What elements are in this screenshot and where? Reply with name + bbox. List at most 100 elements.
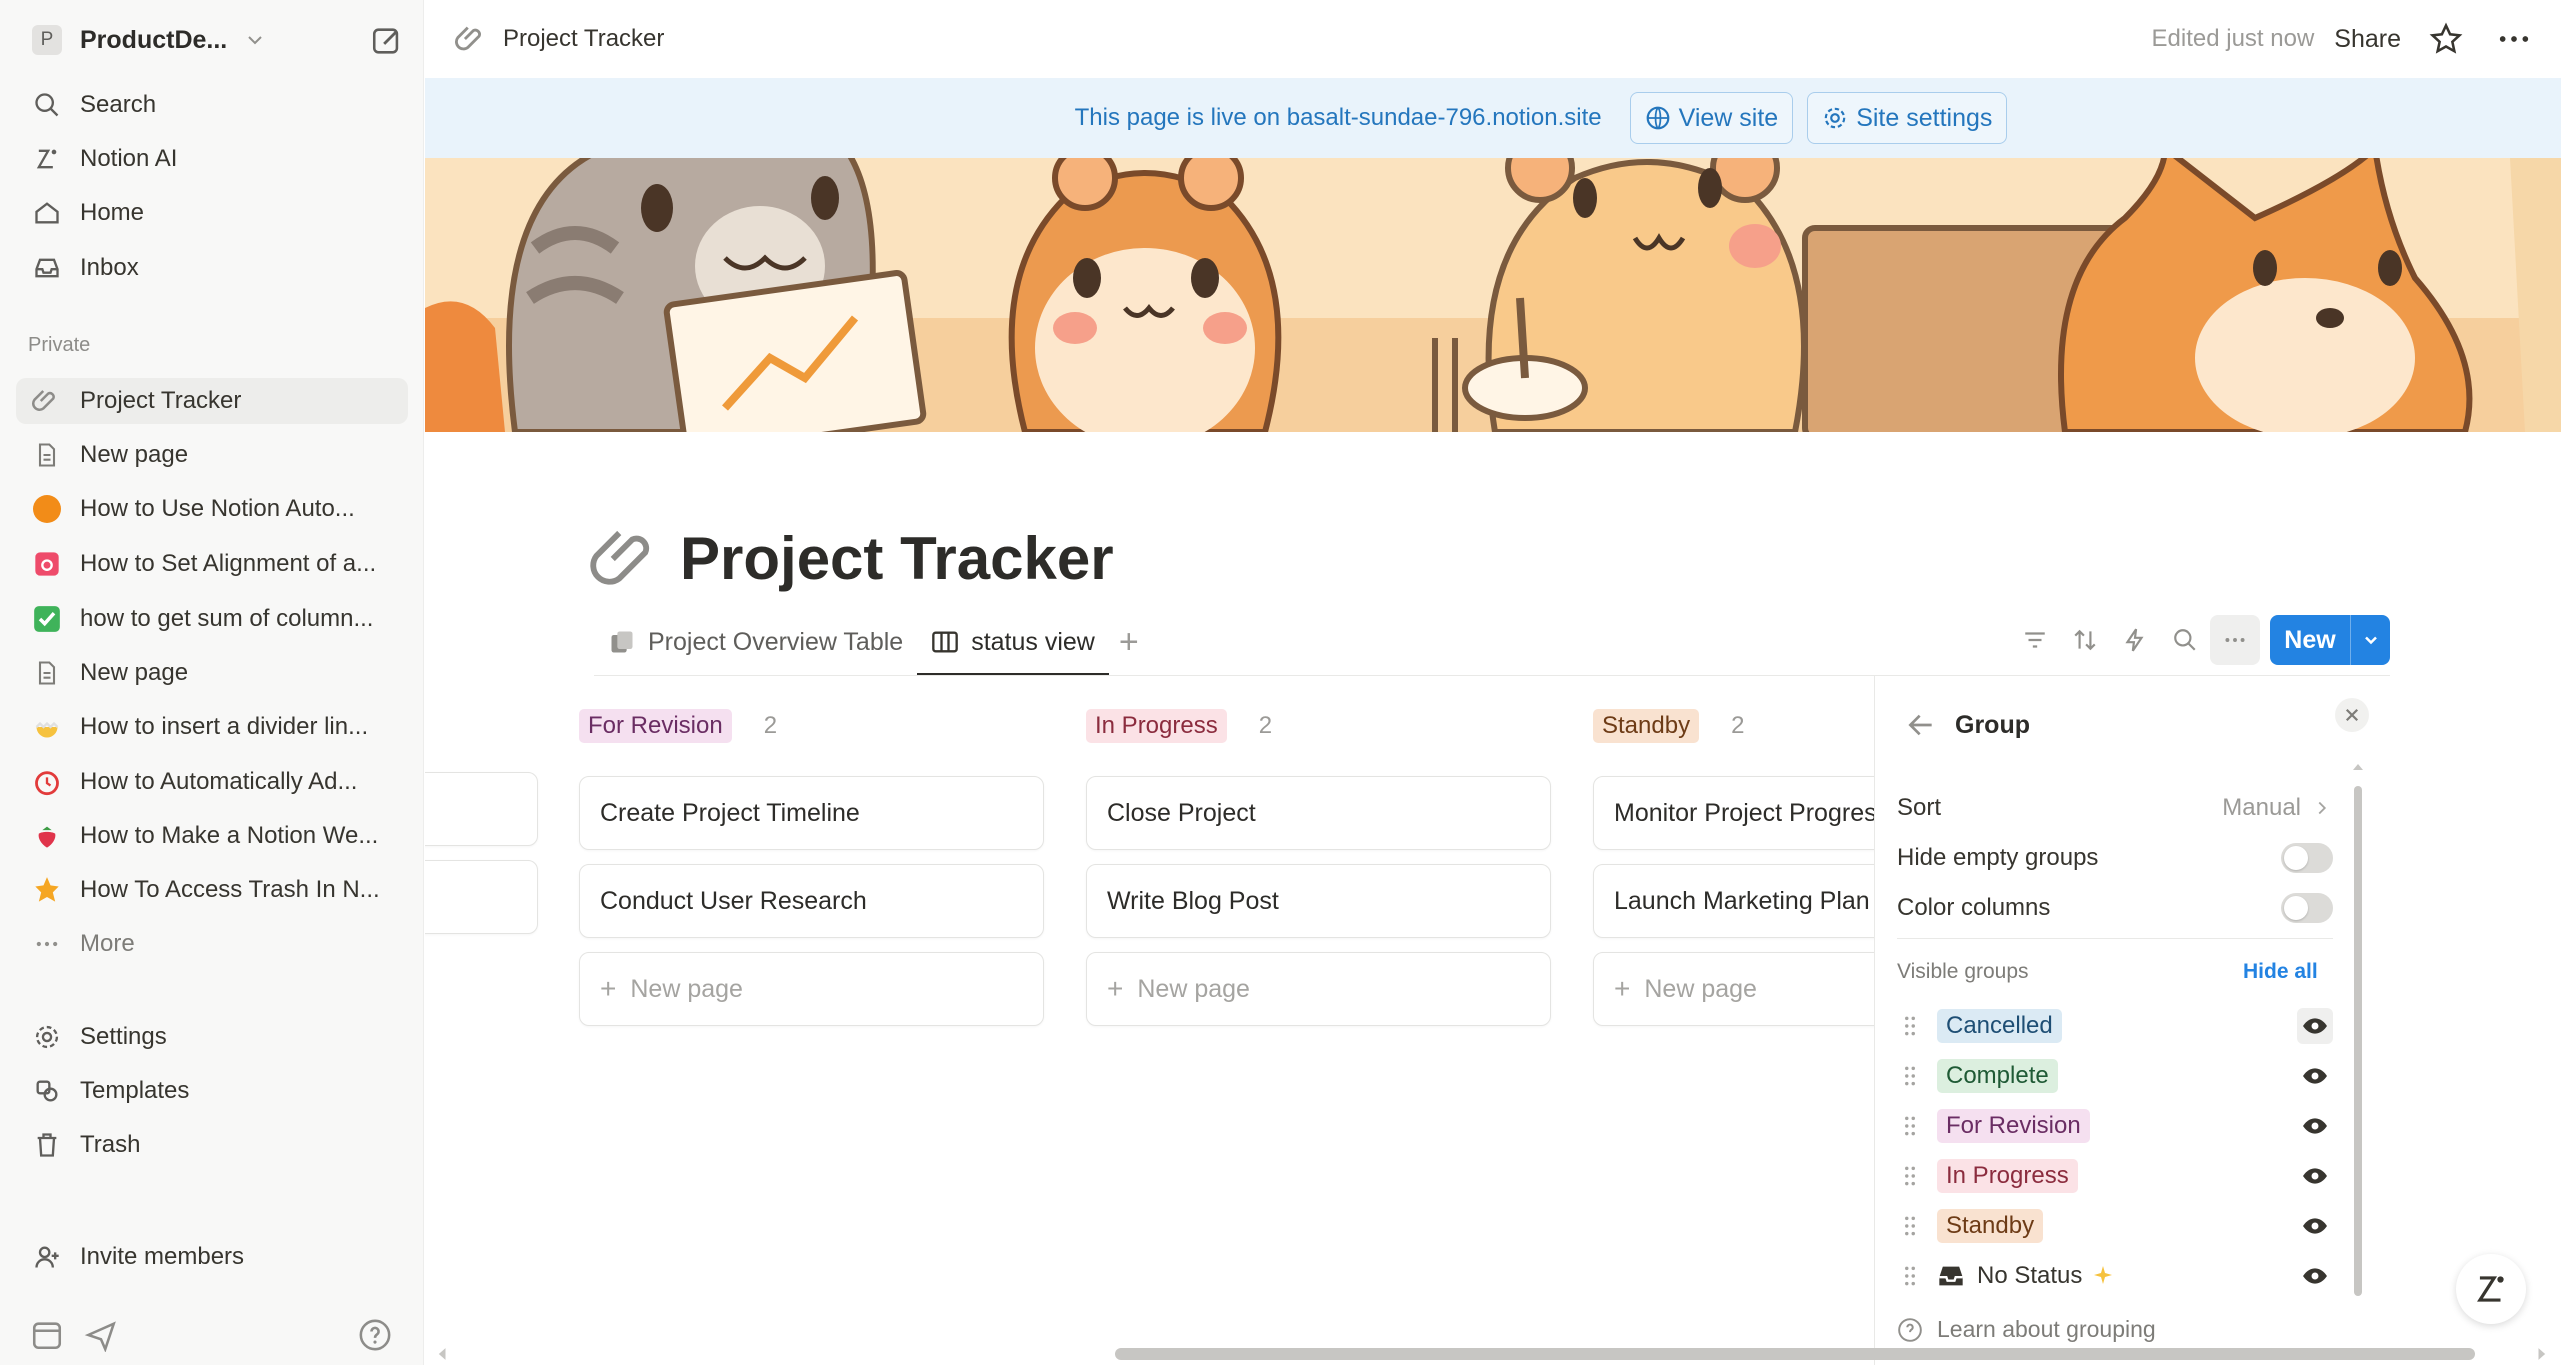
more-options-icon[interactable] <box>2497 22 2531 56</box>
sidebar-item-templates[interactable]: Templates <box>16 1068 408 1114</box>
sidebar-item-trash[interactable]: Trash <box>16 1122 408 1168</box>
sidebar-item-inbox[interactable]: Inbox <box>16 245 408 291</box>
hide-all-button[interactable]: Hide all <box>2243 960 2318 984</box>
star-burst-icon <box>30 873 64 907</box>
sidebar-page[interactable]: How to Automatically Ad... <box>16 759 408 805</box>
share-button[interactable]: Share <box>2334 25 2401 54</box>
search-button[interactable] <box>2160 615 2210 665</box>
hide-empty-groups-toggle[interactable] <box>2281 843 2333 873</box>
sidebar-item-home[interactable]: Home <box>16 190 408 236</box>
horizontal-scroll-thumb[interactable] <box>1115 1348 2475 1360</box>
board-card-partial[interactable] <box>425 860 538 934</box>
board-card[interactable]: Write Blog Post <box>1086 864 1551 938</box>
sidebar-page[interactable]: how to get sum of column... <box>16 596 408 642</box>
toggle-visibility-button[interactable] <box>2297 1158 2333 1194</box>
help-icon[interactable] <box>358 1318 392 1352</box>
close-panel-button[interactable] <box>2335 698 2369 732</box>
filter-button[interactable] <box>2010 615 2060 665</box>
drag-handle-icon[interactable] <box>1897 1063 1923 1089</box>
color-columns-toggle[interactable] <box>2281 893 2333 923</box>
lightning-icon <box>2125 628 2144 652</box>
sidebar-more[interactable]: More <box>16 921 408 967</box>
group-row-complete[interactable]: Complete <box>1897 1054 2333 1098</box>
section-label-private: Private <box>28 334 91 356</box>
board-card[interactable]: Launch Marketing Plan <box>1593 864 1875 938</box>
group-row-standby[interactable]: Standby <box>1897 1204 2333 1248</box>
calendar-icon[interactable] <box>30 1318 64 1352</box>
sidebar-page-new-page[interactable]: New page <box>16 650 408 696</box>
send-icon[interactable] <box>84 1318 118 1352</box>
notion-ai-floating-button[interactable] <box>2456 1254 2526 1324</box>
paperclip-icon[interactable] <box>590 520 668 598</box>
board-card[interactable]: Close Project <box>1086 776 1551 850</box>
scroll-right-icon[interactable] <box>2531 1344 2551 1364</box>
cover-image[interactable] <box>425 158 2561 432</box>
status-pill[interactable]: Standby <box>1593 709 1700 743</box>
sidebar-page[interactable]: How to Set Alignment of a... <box>16 541 408 587</box>
sidebar-page[interactable]: How To Access Trash In N... <box>16 867 408 913</box>
eye-icon <box>2303 1068 2327 1084</box>
sidebar-item-search[interactable]: Search <box>16 82 408 128</box>
automation-button[interactable] <box>2110 615 2160 665</box>
sidebar-item-settings[interactable]: Settings <box>16 1014 408 1060</box>
sort-button[interactable] <box>2060 615 2110 665</box>
group-row-for-revision[interactable]: For Revision <box>1897 1104 2333 1148</box>
site-settings-button[interactable]: Site settings <box>1807 92 2008 144</box>
sidebar-page[interactable]: How to Use Notion Auto... <box>16 486 408 532</box>
toggle-visibility-button[interactable] <box>2297 1008 2333 1044</box>
new-page-edit-icon[interactable] <box>370 24 404 58</box>
add-view-button[interactable]: + <box>1119 623 1139 662</box>
new-page-button[interactable]: + New page <box>579 952 1044 1026</box>
toggle-visibility-button[interactable] <box>2297 1058 2333 1094</box>
tab-status-view[interactable]: status view <box>917 612 1109 676</box>
drag-handle-icon[interactable] <box>1897 1113 1923 1139</box>
invite-members-button[interactable]: Invite members <box>16 1234 408 1280</box>
view-settings-button[interactable] <box>2210 615 2260 665</box>
sidebar-page-project-tracker[interactable]: Project Tracker <box>16 378 408 424</box>
view-site-button[interactable]: View site <box>1629 92 1794 144</box>
sort-row[interactable]: Sort Manual <box>1897 786 2333 830</box>
learn-about-grouping-link[interactable]: Learn about grouping <box>1897 1316 2156 1343</box>
chevron-right-icon <box>2318 801 2327 815</box>
sidebar-item-label: How To Access Trash In N... <box>80 876 380 903</box>
board-card[interactable]: Conduct User Research <box>579 864 1044 938</box>
panel-scrollbar[interactable] <box>2351 762 2365 1302</box>
breadcrumb-page-title[interactable]: Project Tracker <box>503 25 664 53</box>
board-card[interactable]: Create Project Timeline <box>579 776 1044 850</box>
drag-handle-icon[interactable] <box>1897 1263 1923 1289</box>
sidebar-item-label: More <box>80 930 135 957</box>
board-card[interactable]: Monitor Project Progress <box>1593 776 1875 850</box>
status-pill[interactable]: For Revision <box>579 709 732 743</box>
toggle-visibility-button[interactable] <box>2297 1258 2333 1294</box>
drag-handle-icon[interactable] <box>1897 1013 1923 1039</box>
sidebar-page[interactable]: How to insert a divider lin... <box>16 704 408 750</box>
toggle-visibility-button[interactable] <box>2297 1108 2333 1144</box>
status-pill[interactable]: In Progress <box>1086 709 1227 743</box>
scroll-left-icon[interactable] <box>433 1344 453 1364</box>
tab-project-overview-table[interactable]: Project Overview Table <box>594 612 917 672</box>
help-icon <box>1898 1317 1922 1342</box>
new-page-button[interactable]: + New page <box>1086 952 1551 1026</box>
group-row-in-progress[interactable]: In Progress <box>1897 1154 2333 1198</box>
cute-animals-illustration <box>425 158 2561 432</box>
star-icon[interactable] <box>2429 22 2463 56</box>
arrow-left-icon[interactable] <box>1905 709 1937 741</box>
group-row-cancelled[interactable]: Cancelled <box>1897 1004 2333 1048</box>
sidebar-item-notion-ai[interactable]: Notion AI <box>16 136 408 182</box>
board-card-partial[interactable] <box>425 772 538 846</box>
workspace-switcher[interactable]: P ProductDe... <box>16 18 406 62</box>
plus-icon: + <box>1614 973 1631 1004</box>
group-row-no-status[interactable]: No Status <box>1897 1254 2333 1298</box>
new-button-label: New <box>2284 625 2336 654</box>
sidebar-item-label: New page <box>80 441 189 468</box>
toggle-visibility-button[interactable] <box>2297 1208 2333 1244</box>
new-item-button[interactable]: New <box>2270 615 2390 665</box>
drag-handle-icon[interactable] <box>1897 1163 1923 1189</box>
horizontal-scrollbar[interactable] <box>425 1340 2561 1365</box>
new-page-button[interactable]: + New page <box>1593 952 1875 1026</box>
sidebar-page-new-page[interactable]: New page <box>16 432 408 478</box>
drag-handle-icon[interactable] <box>1897 1213 1923 1239</box>
sidebar-page[interactable]: How to Make a Notion We... <box>16 813 408 859</box>
page-title[interactable]: Project Tracker <box>680 520 1114 598</box>
new-options-dropdown[interactable] <box>2351 630 2390 650</box>
